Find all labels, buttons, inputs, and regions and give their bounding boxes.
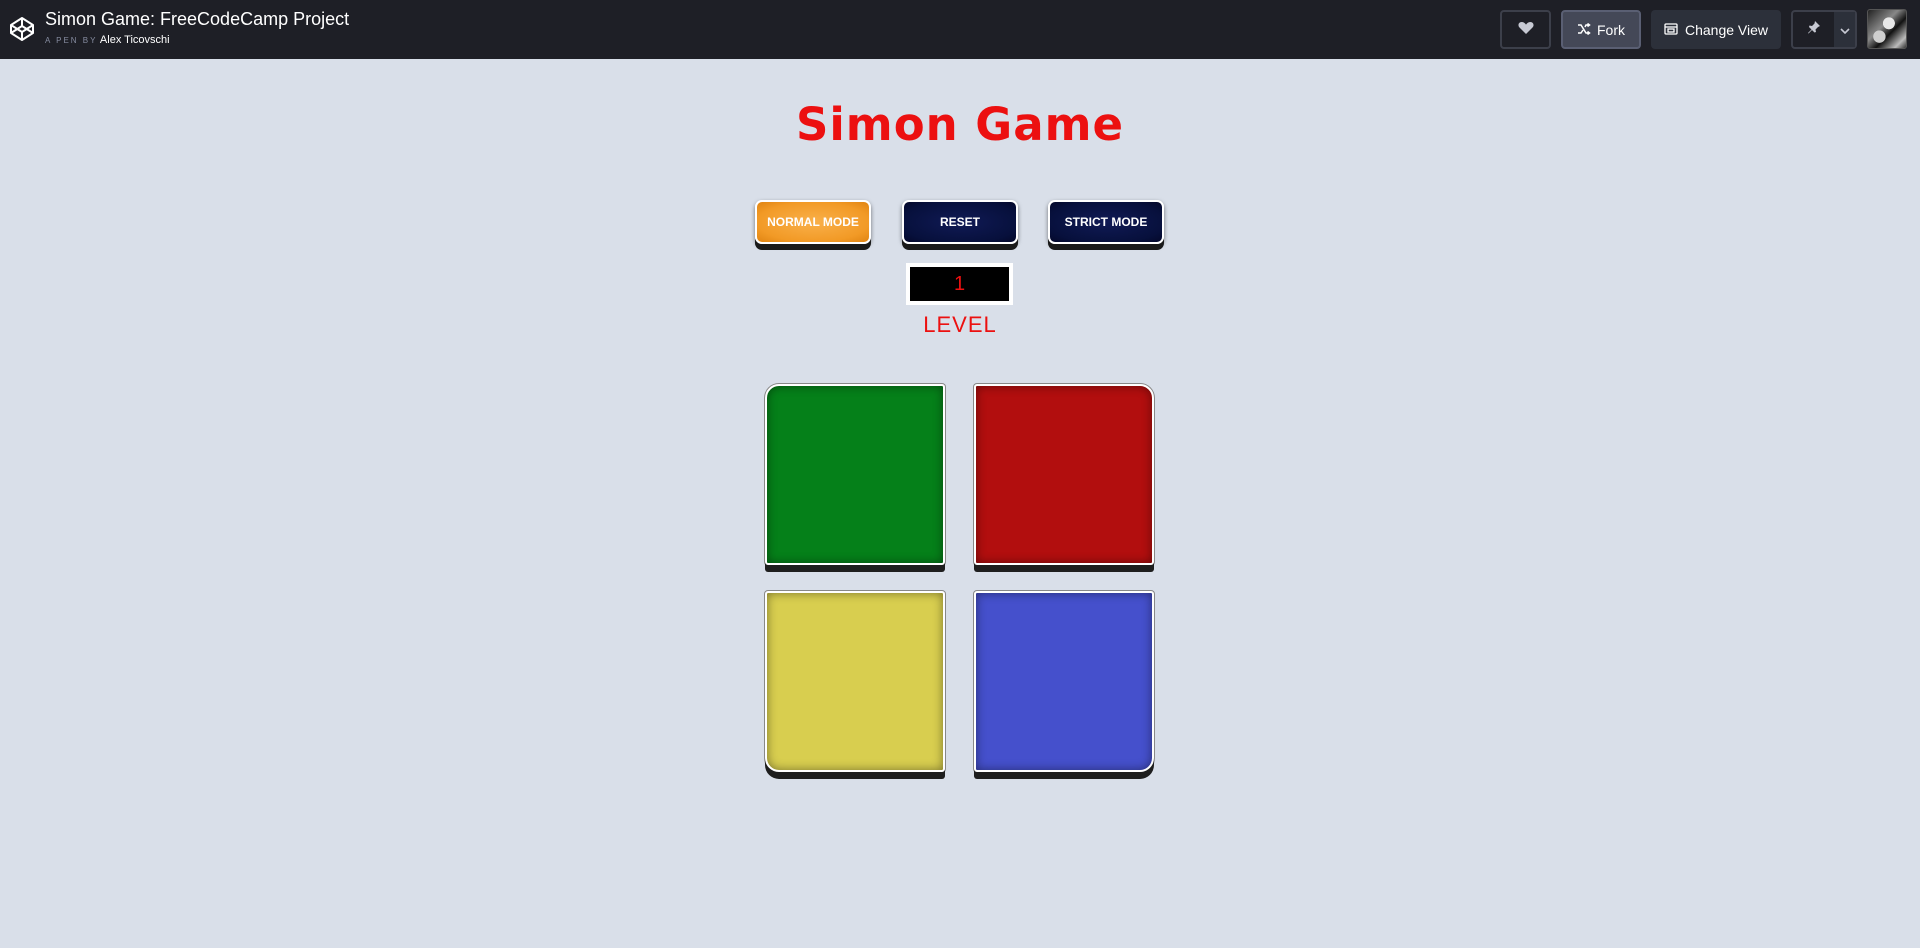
- heart-button[interactable]: [1500, 10, 1551, 49]
- top-bar: Simon Game: FreeCodeCamp Project A PEN B…: [0, 0, 1920, 59]
- level-label: LEVEL: [923, 312, 997, 337]
- avatar[interactable]: [1867, 9, 1907, 49]
- yellow-pad[interactable]: [765, 591, 945, 772]
- codepen-logo-icon[interactable]: [7, 14, 37, 44]
- blue-pad[interactable]: [974, 591, 1154, 772]
- pin-button-group: [1791, 10, 1857, 49]
- fork-icon: [1577, 22, 1591, 38]
- fork-label: Fork: [1597, 21, 1625, 38]
- author-link[interactable]: Alex Ticovschi: [100, 34, 170, 46]
- normal-mode-button[interactable]: NORMAL MODE: [755, 200, 871, 244]
- heart-icon: [1517, 21, 1534, 38]
- change-view-button[interactable]: Change View: [1651, 10, 1781, 49]
- chevron-down-icon: [1840, 21, 1850, 39]
- reset-button[interactable]: RESET: [902, 200, 1018, 244]
- pen-author-line: A PEN BY Alex Ticovschi: [45, 33, 349, 48]
- change-view-icon: [1664, 22, 1678, 38]
- by-label: A PEN BY: [45, 36, 98, 45]
- pin-dropdown-button[interactable]: [1834, 12, 1855, 47]
- red-pad[interactable]: [974, 384, 1154, 565]
- change-view-label: Change View: [1684, 21, 1769, 38]
- pin-button[interactable]: [1793, 12, 1834, 47]
- game-title: Simon Game: [795, 98, 1125, 151]
- strict-mode-button[interactable]: STRICT MODE: [1048, 200, 1164, 244]
- level-display: 1: [906, 263, 1013, 305]
- green-pad[interactable]: [765, 384, 945, 565]
- pen-title[interactable]: Simon Game: FreeCodeCamp Project: [45, 8, 349, 30]
- fork-button[interactable]: Fork: [1561, 10, 1641, 49]
- pen-title-block: Simon Game: FreeCodeCamp Project A PEN B…: [45, 8, 349, 48]
- pin-icon: [1807, 20, 1821, 39]
